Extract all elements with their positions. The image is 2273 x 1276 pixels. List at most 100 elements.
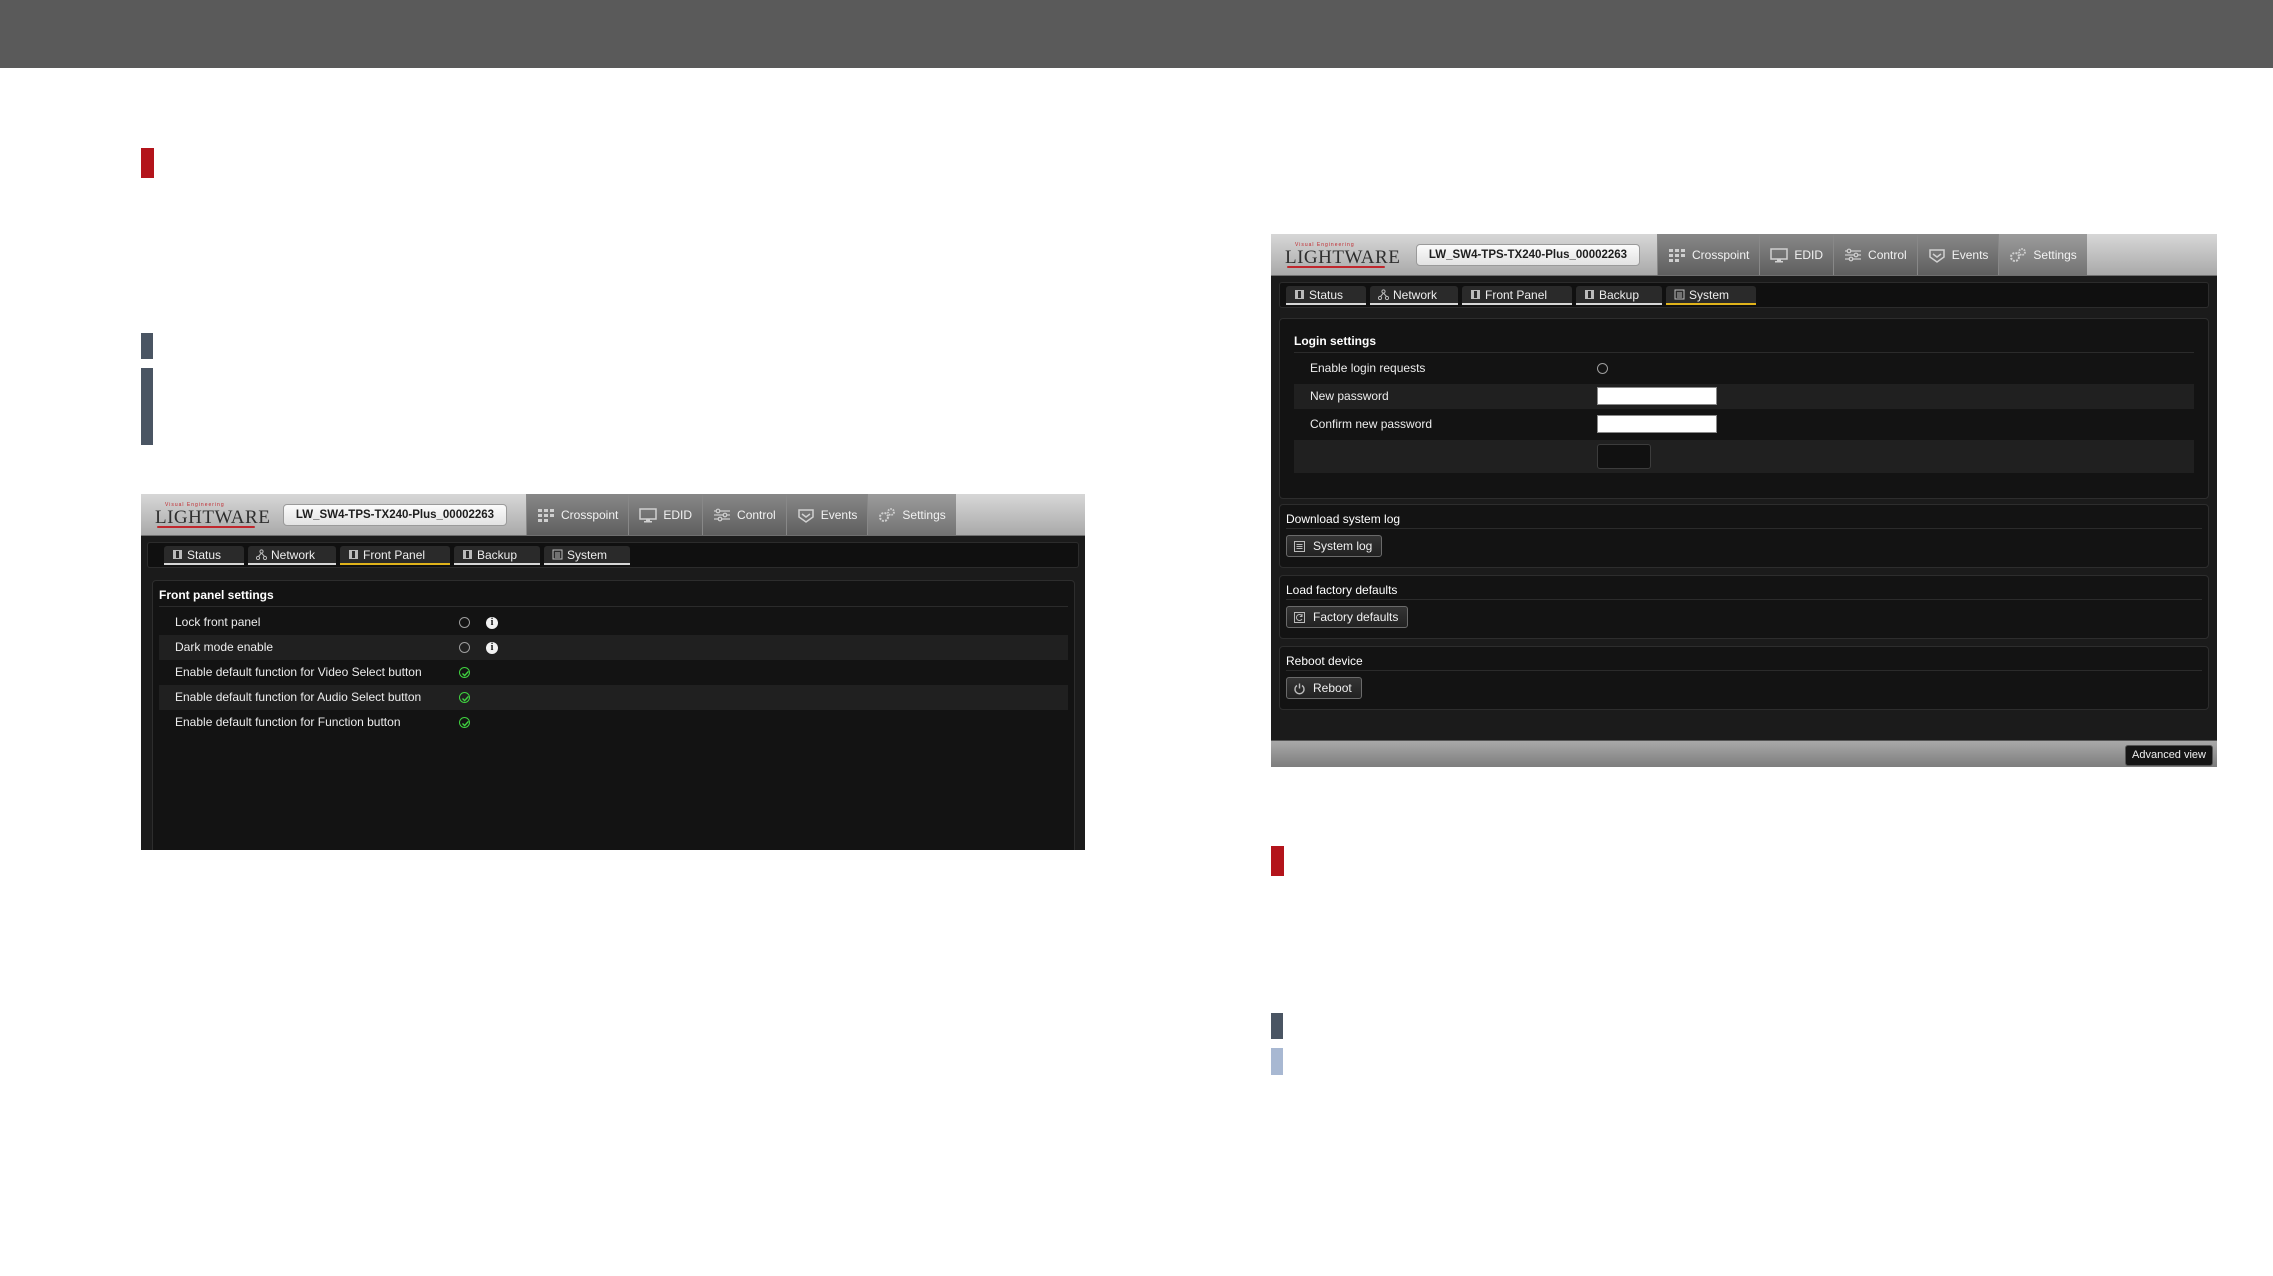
nav-crosspoint-label: Crosspoint: [561, 507, 619, 522]
grid-icon: [1669, 248, 1685, 262]
nav-settings[interactable]: Settings: [1998, 234, 2087, 275]
tab-status[interactable]: Status: [1286, 286, 1366, 305]
reboot-section: Reboot device Reboot: [1279, 646, 2209, 710]
lock-front-panel-checkbox[interactable]: [459, 617, 470, 628]
setting-row: Lock front panel i: [159, 610, 1068, 635]
tab-network-label: Network: [271, 547, 316, 562]
backup-icon: [1585, 290, 1594, 299]
nav-control-label: Control: [1868, 247, 1907, 262]
logo-swoosh: [1287, 266, 1385, 268]
nav-edid-label: EDID: [1794, 247, 1824, 262]
apply-password-button[interactable]: [1597, 444, 1651, 469]
main-navigation: Crosspoint EDID Control Events Settings: [526, 494, 956, 535]
section-divider: [1286, 670, 2202, 671]
events-icon: [1928, 248, 1945, 263]
video-select-default-checkbox[interactable]: [459, 667, 470, 678]
network-icon: [256, 549, 267, 560]
tab-network[interactable]: Network: [1370, 286, 1458, 305]
login-settings-section: Login settings Enable login requests New…: [1279, 318, 2209, 499]
section-marker-red: [1271, 846, 1284, 876]
tab-network[interactable]: Network: [248, 546, 336, 565]
setting-row: Confirm new password: [1294, 412, 2194, 437]
factory-defaults-button[interactable]: Factory defaults: [1286, 606, 1409, 628]
device-name-label: LW_SW4-TPS-TX240-Plus_00002263: [283, 504, 507, 526]
power-icon: [1294, 683, 1305, 694]
setting-label: Enable default function for Video Select…: [175, 665, 422, 679]
nav-crosspoint[interactable]: Crosspoint: [526, 494, 629, 535]
reboot-button-label: Reboot: [1313, 681, 1352, 695]
function-button-default-checkbox[interactable]: [459, 717, 470, 728]
reset-icon: [1294, 611, 1305, 623]
nav-events[interactable]: Events: [1916, 234, 1999, 275]
section-title: Download system log: [1286, 512, 1401, 526]
app-footer-bar: Advanced view: [1271, 740, 2217, 767]
front-panel-icon: [1471, 290, 1480, 299]
setting-row: Enable default function for Audio Select…: [159, 685, 1068, 710]
reboot-button[interactable]: Reboot: [1286, 677, 1362, 699]
tab-backup-label: Backup: [1599, 287, 1640, 302]
info-icon[interactable]: i: [486, 617, 498, 629]
audio-select-default-checkbox[interactable]: [459, 692, 470, 703]
setting-label: Enable default function for Audio Select…: [175, 690, 422, 704]
setting-label: Confirm new password: [1310, 417, 1433, 431]
status-icon: [173, 550, 182, 559]
section-divider: [159, 606, 1068, 607]
system-settings-screenshot: Visual Engineering LIGHTWARE LW_SW4-TPS-…: [1271, 234, 2217, 767]
monitor-icon: [639, 507, 658, 522]
nav-settings-label: Settings: [902, 507, 946, 522]
app-header: Visual Engineering LIGHTWARE LW_SW4-TPS-…: [1271, 234, 2217, 276]
backup-icon: [463, 550, 472, 559]
nav-control[interactable]: Control: [702, 494, 786, 535]
section-title: Load factory defaults: [1286, 583, 1398, 597]
tab-front-panel[interactable]: Front Panel: [1462, 286, 1572, 305]
section-divider: [1286, 599, 2202, 600]
enable-login-checkbox[interactable]: [1597, 363, 1608, 374]
nav-settings[interactable]: Settings: [867, 494, 956, 535]
setting-label: New password: [1310, 389, 1389, 403]
status-icon: [1295, 290, 1304, 299]
nav-control[interactable]: Control: [1833, 234, 1917, 275]
check-icon: [462, 695, 470, 702]
tab-front-panel-label: Front Panel: [1485, 287, 1548, 302]
setting-row: Dark mode enable i: [159, 635, 1068, 660]
setting-row: Enable default function for Function but…: [159, 710, 1068, 735]
nav-events-label: Events: [1951, 247, 1989, 262]
system-log-button[interactable]: System log: [1286, 535, 1383, 557]
confirm-password-input[interactable]: [1597, 415, 1717, 433]
nav-events[interactable]: Events: [785, 494, 868, 535]
tab-backup[interactable]: Backup: [454, 546, 540, 565]
section-divider: [1286, 528, 2202, 529]
check-icon: [462, 670, 470, 677]
setting-label: Enable login requests: [1310, 361, 1426, 375]
tab-status[interactable]: Status: [164, 546, 244, 565]
check-icon: [462, 720, 470, 727]
nav-edid[interactable]: EDID: [628, 494, 703, 535]
section-marker-red: [141, 148, 154, 178]
gears-icon: [879, 507, 896, 522]
tab-system-label: System: [567, 547, 608, 562]
tab-system[interactable]: System: [1666, 286, 1756, 305]
new-password-input[interactable]: [1597, 387, 1717, 405]
tab-front-panel[interactable]: Front Panel: [340, 546, 450, 565]
info-icon[interactable]: i: [486, 642, 498, 654]
main-navigation: Crosspoint EDID Control Events Settings: [1657, 234, 2087, 275]
dark-mode-checkbox[interactable]: [459, 642, 470, 653]
system-icon: [552, 549, 563, 560]
tab-system[interactable]: System: [544, 546, 630, 565]
tab-backup-label: Backup: [477, 547, 518, 562]
list-marker: [141, 368, 153, 445]
section-title: Reboot device: [1286, 654, 1363, 668]
sliders-icon: [714, 508, 731, 521]
nav-edid[interactable]: EDID: [1759, 234, 1834, 275]
tab-backup[interactable]: Backup: [1576, 286, 1662, 305]
tab-network-label: Network: [1393, 287, 1438, 302]
factory-defaults-button-label: Factory defaults: [1313, 610, 1399, 624]
factory-defaults-section: Load factory defaults Factory defaults: [1279, 575, 2209, 639]
lightware-logo: Visual Engineering LIGHTWARE: [1285, 242, 1400, 270]
setting-label: Lock front panel: [175, 615, 261, 629]
advanced-view-button[interactable]: Advanced view: [2125, 745, 2213, 766]
apply-row: [1294, 440, 2194, 473]
tab-front-panel-label: Front Panel: [363, 547, 426, 562]
nav-crosspoint[interactable]: Crosspoint: [1657, 234, 1760, 275]
app-header: Visual Engineering LIGHTWARE LW_SW4-TPS-…: [141, 494, 1085, 536]
